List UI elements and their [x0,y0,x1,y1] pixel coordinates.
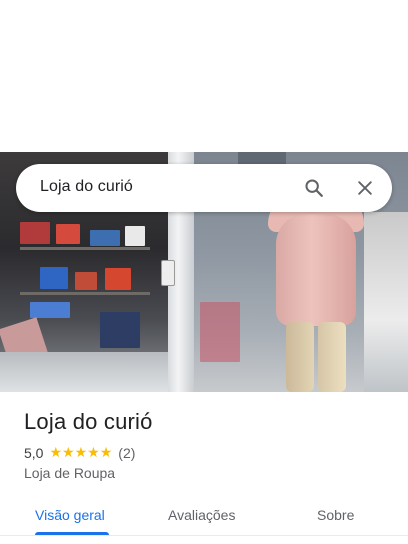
photo-box [20,222,50,244]
review-count[interactable]: (2) [118,445,135,461]
tabs-divider [0,535,408,536]
star-icon: ★ [49,445,63,461]
photo-box [30,302,70,318]
search-input[interactable]: Loja do curió [40,178,133,196]
search-bar[interactable]: Loja do curió [16,164,392,212]
photo-shelf [20,292,150,295]
star-icon: ★ [99,445,113,461]
photo-door-handle [161,260,175,286]
photo-clothing-rack [364,212,408,392]
search-icon[interactable] [300,174,328,202]
photo-box [100,312,140,348]
place-title: Loja do curió [24,409,153,434]
photo-box [105,268,131,290]
photo-box [125,226,145,246]
photo-mannequin-dress [276,214,356,326]
star-icon: ★ [62,445,75,461]
tab-overview[interactable]: Visão geral [35,504,105,526]
photo-mannequin-leg [318,322,346,392]
photo-box [56,224,80,244]
photo-box [75,272,97,290]
photo-reflection [200,302,240,362]
tab-about[interactable]: Sobre [317,504,354,526]
star-icon: ★ [87,445,100,461]
photo-shelf [20,247,150,250]
photo-box [90,230,120,246]
search-icon-glyph [305,179,323,197]
star-icon: ★ [74,445,88,461]
rating-value: 5,0 [24,445,44,461]
rating-stars: ★ ★ ★ ★ ★ [49,446,112,460]
place-category[interactable]: Loja de Roupa [24,465,115,481]
place-tabs: Visão geral Avaliações Sobre [0,494,408,544]
photo-mannequin-leg [286,322,314,392]
rating-row[interactable]: 5,0 ★ ★ ★ ★ ★ (2) [24,444,135,462]
tab-reviews[interactable]: Avaliações [168,504,235,526]
place-screen: Loja do curió Loja do curió 5,0 ★ ★ ★ ★ ★ (2… [0,0,408,544]
close-icon-glyph [358,181,372,195]
photo-box [40,267,68,289]
close-icon[interactable] [351,174,379,202]
